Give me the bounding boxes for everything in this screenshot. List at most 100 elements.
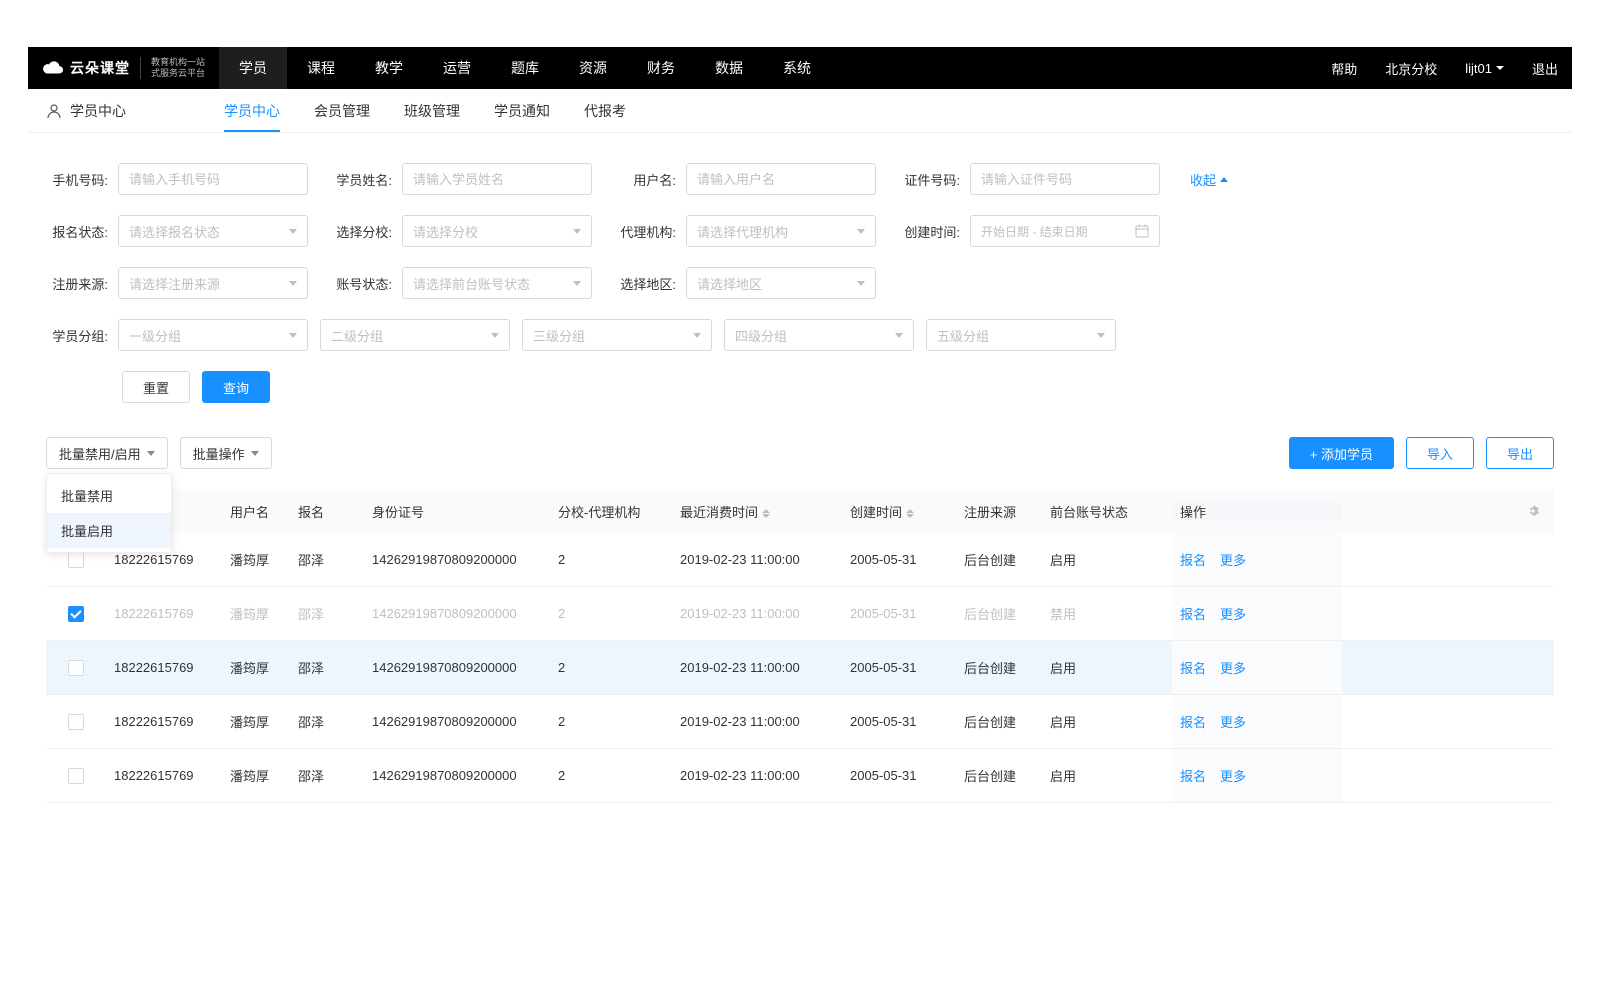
batch-enable-item[interactable]: 批量启用: [47, 513, 171, 548]
cell-branch-agent: 2: [550, 552, 672, 567]
id-no-label: 证件号码:: [898, 170, 960, 189]
nav-system[interactable]: 系统: [763, 47, 831, 89]
batch-disable-item[interactable]: 批量禁用: [47, 478, 171, 513]
nav-operations[interactable]: 运营: [423, 47, 491, 89]
id-no-input[interactable]: [970, 163, 1160, 195]
filter-branch: 选择分校: 请选择分校: [330, 215, 592, 247]
cell-account-status: 启用: [1042, 658, 1172, 677]
nav-courses[interactable]: 课程: [287, 47, 355, 89]
action-more-link[interactable]: 更多: [1220, 604, 1246, 623]
chevron-down-icon: [289, 333, 297, 338]
action-signup-link[interactable]: 报名: [1180, 766, 1206, 785]
action-signup-link[interactable]: 报名: [1180, 604, 1206, 623]
cloud-icon: [42, 60, 64, 76]
filter-row-4: 学员分组: 一级分组 二级分组 三级分组 四级分组 五级分组: [46, 319, 1554, 351]
group-level-3-select[interactable]: 三级分组: [522, 319, 712, 351]
import-button[interactable]: 导入: [1406, 437, 1474, 469]
row-checkbox[interactable]: [68, 660, 84, 676]
row-checkbox[interactable]: [68, 606, 84, 622]
group-level-5-select[interactable]: 五级分组: [926, 319, 1116, 351]
action-signup-link[interactable]: 报名: [1180, 712, 1206, 731]
batch-ops-dropdown[interactable]: 批量操作: [180, 437, 272, 469]
batch-disable-enable-dropdown[interactable]: 批量禁用/启用: [46, 437, 168, 469]
user-menu[interactable]: lijt01: [1451, 61, 1518, 76]
action-signup-link[interactable]: 报名: [1180, 658, 1206, 677]
nav-teaching[interactable]: 教学: [355, 47, 423, 89]
student-name-input[interactable]: [402, 163, 592, 195]
export-button[interactable]: 导出: [1486, 437, 1554, 469]
region-select[interactable]: 请选择地区: [686, 267, 876, 299]
table-toolbar: 批量禁用/启用 批量操作 批量禁用 批量启用 + 添加学员 导入 导出: [46, 437, 1554, 469]
enroll-status-select[interactable]: 请选择报名状态: [118, 215, 308, 247]
logo[interactable]: 云朵课堂 教育机构一站式服务云平台: [28, 47, 219, 89]
create-time-range[interactable]: 开始日期 - 结束日期: [970, 215, 1160, 247]
row-checkbox[interactable]: [68, 768, 84, 784]
account-status-select[interactable]: 请选择前台账号状态: [402, 267, 592, 299]
cell-signup: 邵泽: [290, 712, 364, 731]
action-signup-link[interactable]: 报名: [1180, 550, 1206, 569]
agent-select[interactable]: 请选择代理机构: [686, 215, 876, 247]
action-more-link[interactable]: 更多: [1220, 712, 1246, 731]
toolbar-right: + 添加学员 导入 导出: [1289, 437, 1554, 469]
filter-reg-source: 注册来源: 请选择注册来源: [46, 267, 308, 299]
filter-account-status: 账号状态: 请选择前台账号状态: [330, 267, 592, 299]
cell-last-spend: 2019-02-23 11:00:00: [672, 714, 842, 729]
gear-icon[interactable]: [1526, 504, 1540, 518]
nav-students[interactable]: 学员: [219, 47, 287, 89]
help-link[interactable]: 帮助: [1317, 59, 1371, 78]
group-level-2-select[interactable]: 二级分组: [320, 319, 510, 351]
add-student-button[interactable]: + 添加学员: [1289, 437, 1394, 469]
user-icon: [46, 103, 62, 119]
cell-account-status: 启用: [1042, 550, 1172, 569]
th-branch-agent: 分校-代理机构: [550, 502, 672, 521]
nav-finance[interactable]: 财务: [627, 47, 695, 89]
cell-reg-source: 后台创建: [956, 712, 1042, 731]
cell-phone: 18222615769: [106, 606, 222, 621]
row-checkbox[interactable]: [68, 552, 84, 568]
search-button[interactable]: 查询: [202, 371, 270, 403]
filter-enroll-status: 报名状态: 请选择报名状态: [46, 215, 308, 247]
table-row: 18222615769潘筠厚邵泽142629198708092000002201…: [46, 641, 1554, 695]
tab-student-notice[interactable]: 学员通知: [494, 89, 550, 132]
collapse-toggle[interactable]: 收起: [1190, 170, 1228, 189]
cell-create-time: 2005-05-31: [842, 714, 956, 729]
group-level-1-select[interactable]: 一级分组: [118, 319, 308, 351]
nav-question-bank[interactable]: 题库: [491, 47, 559, 89]
reg-source-select[interactable]: 请选择注册来源: [118, 267, 308, 299]
branch-select[interactable]: 请选择分校: [402, 215, 592, 247]
logo-divider: [140, 57, 141, 79]
th-signup: 报名: [290, 502, 364, 521]
cell-username: 潘筠厚: [222, 712, 290, 731]
nav-data[interactable]: 数据: [695, 47, 763, 89]
action-more-link[interactable]: 更多: [1220, 658, 1246, 677]
cell-phone: 18222615769: [106, 714, 222, 729]
cell-username: 潘筠厚: [222, 766, 290, 785]
branch-selector[interactable]: 北京分校: [1371, 59, 1451, 78]
th-reg-source: 注册来源: [956, 502, 1042, 521]
phone-input[interactable]: [118, 163, 308, 195]
reset-button[interactable]: 重置: [122, 371, 190, 403]
action-more-link[interactable]: 更多: [1220, 550, 1246, 569]
tab-student-center[interactable]: 学员中心: [224, 89, 280, 132]
th-create-time[interactable]: 创建时间: [842, 502, 956, 521]
cell-id-no: 14262919870809200000: [364, 606, 550, 621]
cell-reg-source: 后台创建: [956, 766, 1042, 785]
th-last-spend[interactable]: 最近消费时间: [672, 502, 842, 521]
th-action: 操作: [1172, 502, 1342, 521]
chevron-down-icon: [857, 281, 865, 286]
cell-reg-source: 后台创建: [956, 550, 1042, 569]
cell-action: 报名更多: [1172, 587, 1342, 640]
row-checkbox[interactable]: [68, 714, 84, 730]
cell-create-time: 2005-05-31: [842, 606, 956, 621]
logout-link[interactable]: 退出: [1518, 59, 1572, 78]
cell-reg-source: 后台创建: [956, 604, 1042, 623]
nav-resources[interactable]: 资源: [559, 47, 627, 89]
chevron-down-icon: [895, 333, 903, 338]
username-input[interactable]: [686, 163, 876, 195]
action-more-link[interactable]: 更多: [1220, 766, 1246, 785]
tab-proxy-exam[interactable]: 代报考: [584, 89, 626, 132]
cell-username: 潘筠厚: [222, 550, 290, 569]
tab-class-mgmt[interactable]: 班级管理: [404, 89, 460, 132]
tab-member-mgmt[interactable]: 会员管理: [314, 89, 370, 132]
group-level-4-select[interactable]: 四级分组: [724, 319, 914, 351]
